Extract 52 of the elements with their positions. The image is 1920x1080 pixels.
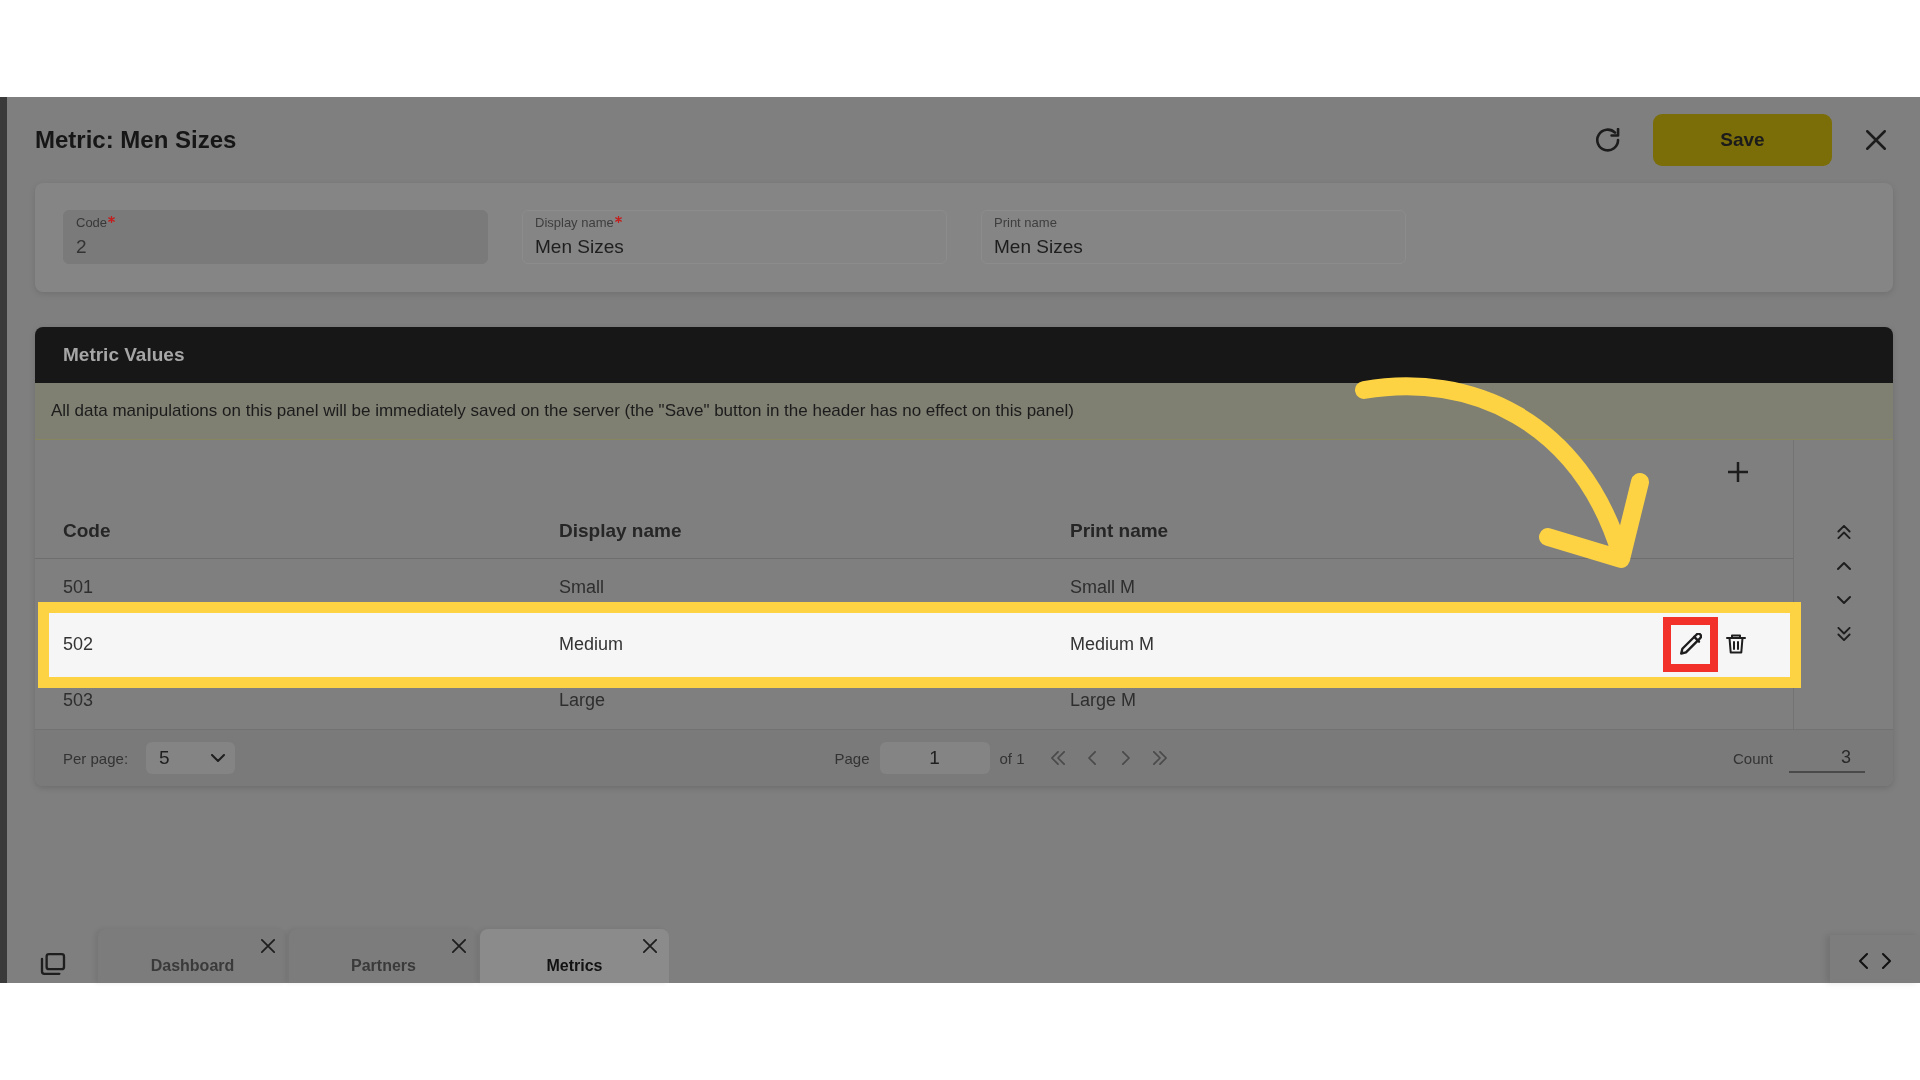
panel-title: Metric Values [63, 344, 185, 366]
info-text: All data manipulations on this panel will be immediately saved on the server (the "Save" button in the header has no effect on this panel) [51, 401, 1074, 421]
column-header: Code [63, 520, 111, 543]
tab[interactable]: Partners [289, 929, 478, 983]
table-cell: Large [559, 690, 606, 712]
input-field[interactable]: Print name Men Sizes [981, 210, 1406, 264]
field-label: Print name [994, 215, 1057, 231]
edit-button[interactable] [1663, 616, 1718, 672]
plus-icon[interactable] [1728, 462, 1748, 483]
double-chevron-down-icon[interactable] [1836, 627, 1851, 641]
per-page-label: Per page: [63, 749, 129, 767]
tab[interactable]: Dashboard [98, 929, 287, 983]
page-label: Page [834, 749, 870, 767]
chevron-left-icon[interactable] [1859, 952, 1869, 970]
table-cell: Small M [1070, 576, 1135, 598]
count-field: 3 [1789, 743, 1865, 773]
column-header: Display name [559, 520, 682, 543]
page-title: Metric: Men Sizes [35, 126, 237, 154]
field-value: Men Sizes [994, 235, 1083, 259]
trash-icon [1726, 633, 1746, 656]
pencil-icon [1679, 633, 1702, 656]
close-icon[interactable] [1866, 130, 1886, 150]
close-icon[interactable] [643, 939, 657, 953]
delete-button[interactable] [1726, 633, 1746, 656]
table-cell: Medium [559, 633, 624, 655]
refresh-icon[interactable] [1596, 128, 1620, 152]
chevron-right-icon[interactable] [1881, 952, 1891, 970]
tab[interactable]: Metrics [480, 929, 669, 983]
close-icon[interactable] [452, 939, 466, 953]
window-stack-icon[interactable] [39, 953, 66, 975]
chevron-up-icon[interactable] [1836, 559, 1851, 573]
field-value: Men Sizes [535, 235, 624, 259]
save-button[interactable]: Save [1653, 114, 1832, 166]
field-label: Display name [535, 215, 614, 231]
field-value: 2 [76, 235, 87, 259]
table-cell: 503 [63, 690, 94, 712]
page-field[interactable]: 1 [879, 742, 990, 774]
table-cell: 502 [63, 633, 94, 655]
table-cell: 501 [63, 576, 94, 598]
per-page-select[interactable]: 5 [146, 742, 236, 774]
field-label: Code [76, 215, 108, 231]
page-total: of 1 [999, 749, 1025, 767]
chevron-down-icon[interactable] [1836, 593, 1851, 607]
column-header: Print name [1070, 520, 1169, 543]
table-cell: Medium M [1070, 633, 1154, 655]
count-label: Count [1733, 749, 1773, 767]
table-cell: Small [559, 576, 604, 598]
table-cell: Large M [1070, 690, 1137, 712]
close-icon[interactable] [261, 939, 275, 953]
chevron-down-icon [211, 754, 226, 762]
double-chevron-up-icon[interactable] [1836, 525, 1851, 539]
input-field[interactable]: Display name Men Sizes [522, 210, 947, 264]
